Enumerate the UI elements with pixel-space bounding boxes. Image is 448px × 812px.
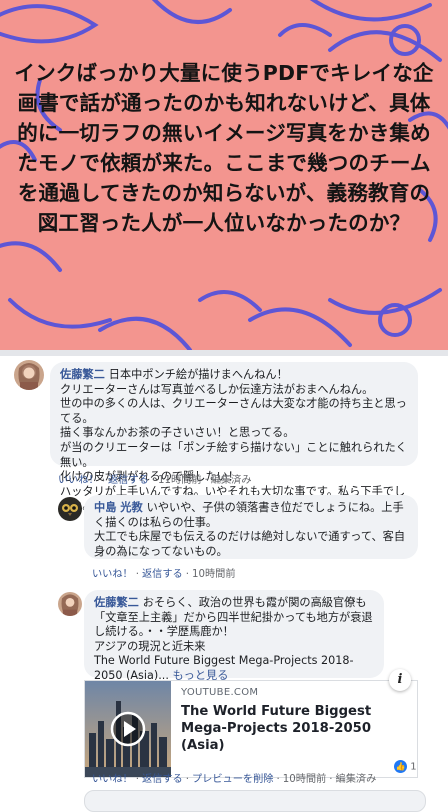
comment-actions: いいね！ · 返信する · 10時間前 (92, 569, 236, 580)
comment-actions: いいね！ · 返信する · 11時間前 · 編集済み (58, 475, 252, 486)
timestamp[interactable]: 10時間前 (192, 569, 236, 580)
reaction-count: 1 (410, 761, 417, 773)
comment-line: アジアの現況と近未来 (94, 639, 206, 653)
post-image-text: インクばっかり大量に使うPDFでキレイな企画書で話が通ったのかも知れないけど、具… (14, 61, 434, 235)
edited-label[interactable]: 編集済み (211, 475, 252, 486)
post-image[interactable]: インクばっかり大量に使うPDFでキレイな企画書で話が通ったのかも知れないけど、具… (0, 0, 448, 350)
divider (0, 350, 448, 356)
like-link[interactable]: いいね！ (92, 569, 133, 580)
comment-author[interactable]: 佐藤繁二 (94, 596, 139, 609)
comment-actions: いいね！ · 返信する · プレビューを削除 · 10時間前 · 編集済み (92, 774, 377, 785)
link-preview-meta[interactable]: YOUTUBE.COM The World Future Biggest Meg… (181, 687, 411, 754)
comment-bubble: 中島 光教 いやいや、子供の領落書き位だでしょうにね。上手く描くのは私らの仕事。 … (84, 495, 418, 559)
avatar-photo-icon (14, 360, 44, 390)
comment-line: が当のクリエーターは「ポンチ絵すら描けない」ことに触れられたく無い。 (60, 440, 407, 469)
comment-author[interactable]: 中島 光教 (94, 501, 143, 514)
avatar[interactable] (14, 360, 44, 390)
edited-label[interactable]: 編集済み (336, 774, 377, 785)
comment-line: 世の中の多くの人は、クリエーターさんは大変な才能の持ち主と思ってる。 (60, 397, 407, 425)
like-link[interactable]: いいね！ (58, 475, 99, 486)
like-reaction-icon: 👍 (394, 760, 407, 773)
comment-line: 日本中ポンチ絵が描けまへんねん！ (108, 368, 288, 381)
reply-link[interactable]: 返信する (142, 774, 183, 785)
owl-avatar-icon (58, 497, 82, 521)
video-thumbnail[interactable] (85, 681, 171, 777)
avatar[interactable] (58, 497, 82, 521)
play-icon[interactable] (110, 711, 146, 747)
comment-line: 大工でも床屋でも伝えるのだけは絶対しないで通すって、客自身の為になってないもの。 (94, 530, 406, 558)
comment-line: 描く事なんかお茶の子さいさい！と思ってる。 (60, 426, 295, 440)
link-title[interactable]: The World Future Biggest Mega-Projects 2… (181, 703, 411, 754)
timestamp[interactable]: 11時間前 (158, 475, 202, 486)
comment-bubble: 佐藤繁二 おそらく、政治の世界も霞が関の高級官僚も「文章至上主義」だから四半世紀掛… (84, 590, 384, 682)
link-domain: YOUTUBE.COM (181, 687, 259, 698)
comment-bubble: 佐藤繁二 日本中ポンチ絵が描けまへんねん！ クリエーターさんは写真並べるしか伝達方… (50, 362, 418, 512)
avatar-photo-icon (58, 592, 82, 616)
timestamp[interactable]: 10時間前 (283, 774, 327, 785)
comment-author[interactable]: 佐藤繁二 (60, 368, 105, 381)
remove-preview-link[interactable]: プレビューを削除 (192, 774, 274, 785)
link-preview-card[interactable]: YOUTUBE.COM The World Future Biggest Meg… (84, 669, 418, 778)
reply-link[interactable]: 返信する (108, 475, 149, 486)
reply-link[interactable]: 返信する (142, 569, 183, 580)
avatar[interactable] (58, 592, 82, 616)
next-comment-box[interactable] (84, 790, 426, 812)
reaction-summary[interactable]: 👍 1 (394, 760, 417, 773)
like-link[interactable]: いいね！ (92, 774, 133, 785)
info-icon[interactable]: i (389, 669, 411, 691)
comment-line: クリエーターさんは写真並べるしか伝達方法がおまへんねん。 (60, 382, 374, 396)
